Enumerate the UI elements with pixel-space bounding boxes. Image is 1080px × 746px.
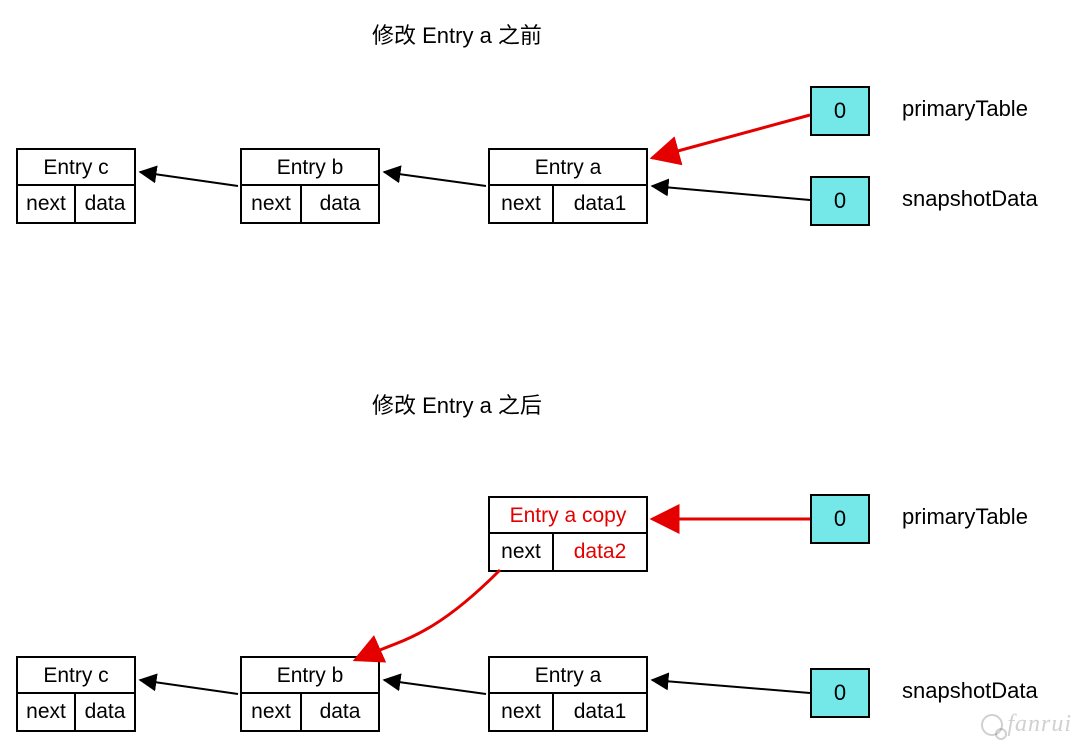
entry-a-next-after: next: [490, 694, 554, 730]
arrow-a-to-b-before: [384, 172, 486, 186]
entry-a-header: Entry a: [490, 150, 646, 186]
entry-b-after: Entry b next data: [240, 656, 380, 732]
arrow-snapshot-to-a-before: [652, 186, 810, 200]
entry-a-data1-after: data1: [554, 694, 646, 730]
entry-c-header-after: Entry c: [18, 658, 134, 694]
entry-a-copy-next: next: [490, 534, 554, 570]
entry-b-header: Entry b: [242, 150, 378, 186]
primary-table-label-after: primaryTable: [902, 504, 1028, 530]
title-before: 修改 Entry a 之前: [372, 18, 542, 50]
entry-a-next: next: [490, 186, 554, 222]
entry-a-after: Entry a next data1: [488, 656, 648, 732]
entry-a-before: Entry a next data1: [488, 148, 648, 224]
entry-b-header-after: Entry b: [242, 658, 378, 694]
snapshot-data-slot-after: 0: [810, 668, 870, 718]
entry-c-data: data: [76, 186, 134, 222]
primary-table-slot-after: 0: [810, 494, 870, 544]
entry-a-copy-data2: data2: [554, 534, 646, 570]
primary-table-slot-before: 0: [810, 86, 870, 136]
snapshot-data-label-before: snapshotData: [902, 186, 1038, 212]
speech-bubble-icon: [981, 714, 1003, 736]
arrow-b-to-c-after: [140, 680, 238, 694]
entry-a-copy-header: Entry a copy: [490, 498, 646, 534]
entry-b-next: next: [242, 186, 302, 222]
entry-a-data1: data1: [554, 186, 646, 222]
arrow-snapshot-to-a-after: [652, 680, 810, 693]
entry-b-next-after: next: [242, 694, 302, 730]
arrow-b-to-c-before: [140, 172, 238, 186]
snapshot-data-slot-before: 0: [810, 176, 870, 226]
watermark: fanrui: [981, 711, 1072, 738]
entry-c-data-after: data: [76, 694, 134, 730]
entry-a-copy-after: Entry a copy next data2: [488, 496, 648, 572]
entry-c-before: Entry c next data: [16, 148, 136, 224]
arrow-acopy-to-b-after: [355, 570, 500, 660]
entry-b-data-after: data: [302, 694, 378, 730]
arrow-primary-to-a-before: [652, 115, 810, 158]
entry-b-before: Entry b next data: [240, 148, 380, 224]
primary-table-label-before: primaryTable: [902, 96, 1028, 122]
entry-b-data: data: [302, 186, 378, 222]
entry-c-after: Entry c next data: [16, 656, 136, 732]
title-after: 修改 Entry a 之后: [372, 388, 542, 420]
entry-c-header: Entry c: [18, 150, 134, 186]
entry-c-next: next: [18, 186, 76, 222]
snapshot-data-label-after: snapshotData: [902, 678, 1038, 704]
arrow-a-to-b-after: [384, 680, 486, 694]
entry-a-header-after: Entry a: [490, 658, 646, 694]
entry-c-next-after: next: [18, 694, 76, 730]
